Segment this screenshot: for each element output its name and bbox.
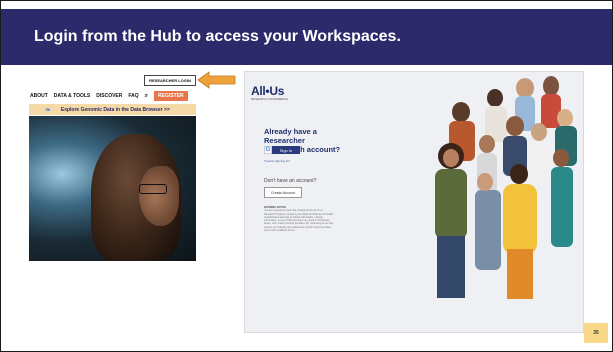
hub-screenshot: RESEARCHER LOGIN ABOUT DATA & TOOLS DISC… xyxy=(29,73,196,261)
workbench-screenshot: All•Us RESEARCH WORKBENCH Already have a… xyxy=(245,72,583,332)
top-strip xyxy=(1,1,612,9)
person-face xyxy=(139,166,179,226)
group-photo xyxy=(435,76,577,299)
glasses-shape xyxy=(139,184,167,194)
create-account-button[interactable]: Create Account xyxy=(264,187,302,198)
google-signin-button[interactable]: G Sign In xyxy=(264,146,300,154)
title-bar: Login from the Hub to access your Worksp… xyxy=(1,9,612,65)
slide-frame: Login from the Hub to access your Worksp… xyxy=(0,0,613,352)
no-account-text: Don't have an account? xyxy=(264,178,317,184)
hero-photo xyxy=(29,116,196,261)
nav-data-tools[interactable]: DATA & TOOLS xyxy=(54,93,90,99)
hub-nav: ABOUT DATA & TOOLS DISCOVER FAQ ⌕ REGIST… xyxy=(29,90,196,102)
genomic-banner[interactable]: ❧ Explore Genomic Data in the Data Brows… xyxy=(29,104,196,115)
nav-about[interactable]: ABOUT xyxy=(30,93,48,99)
nav-faq[interactable]: FAQ xyxy=(128,93,138,99)
person-silhouette xyxy=(91,134,181,261)
slide-title: Login from the Hub to access your Worksp… xyxy=(34,28,401,45)
researcher-login-button[interactable]: RESEARCHER LOGIN xyxy=(144,75,196,86)
google-icon: G xyxy=(264,146,272,154)
page-number-badge: 35 xyxy=(584,323,608,343)
all-of-us-logo: All•Us xyxy=(251,84,285,98)
dna-icon: ❧ xyxy=(45,106,51,114)
trouble-link[interactable]: Trouble Signing In? xyxy=(264,159,290,163)
google-signin-label: Sign In xyxy=(272,146,300,154)
banner-text: Explore Genomic Data in the Data Browser… xyxy=(60,106,170,113)
logo-subtitle: RESEARCH WORKBENCH xyxy=(251,97,289,101)
warning-notice: WARNING NOTICE You are accessing a web s… xyxy=(264,206,334,232)
warning-text: You are accessing a web site created by … xyxy=(264,209,334,233)
nav-discover[interactable]: DISCOVER xyxy=(96,93,122,99)
pointer-arrow-icon xyxy=(197,71,236,89)
search-icon[interactable]: ⌕ xyxy=(145,93,148,100)
register-button[interactable]: REGISTER xyxy=(154,91,188,101)
